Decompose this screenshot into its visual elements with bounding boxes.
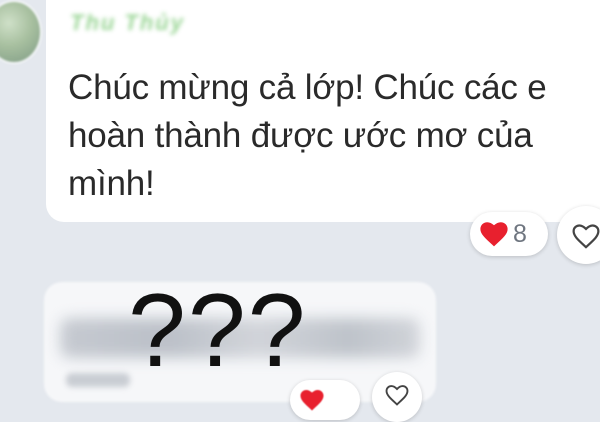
question-marks-overlay: ???	[128, 273, 308, 389]
message-text: Chúc mừng cả lớp! Chúc các e hoàn thành …	[68, 68, 547, 203]
reply-reaction-summary[interactable]	[290, 380, 360, 420]
sender-name[interactable]: Thu Thủy	[70, 10, 185, 36]
red-heart-icon	[480, 222, 508, 247]
sender-avatar[interactable]	[0, 0, 42, 64]
reaction-summary[interactable]: 8	[470, 212, 548, 256]
heart-outline-icon	[385, 385, 409, 406]
reaction-count: 8	[513, 220, 527, 248]
heart-outline-icon	[572, 224, 600, 249]
react-button[interactable]	[557, 206, 600, 264]
red-heart-icon	[300, 390, 324, 411]
blurred-reply-meta	[66, 373, 130, 387]
reply-react-button[interactable]	[372, 372, 422, 422]
